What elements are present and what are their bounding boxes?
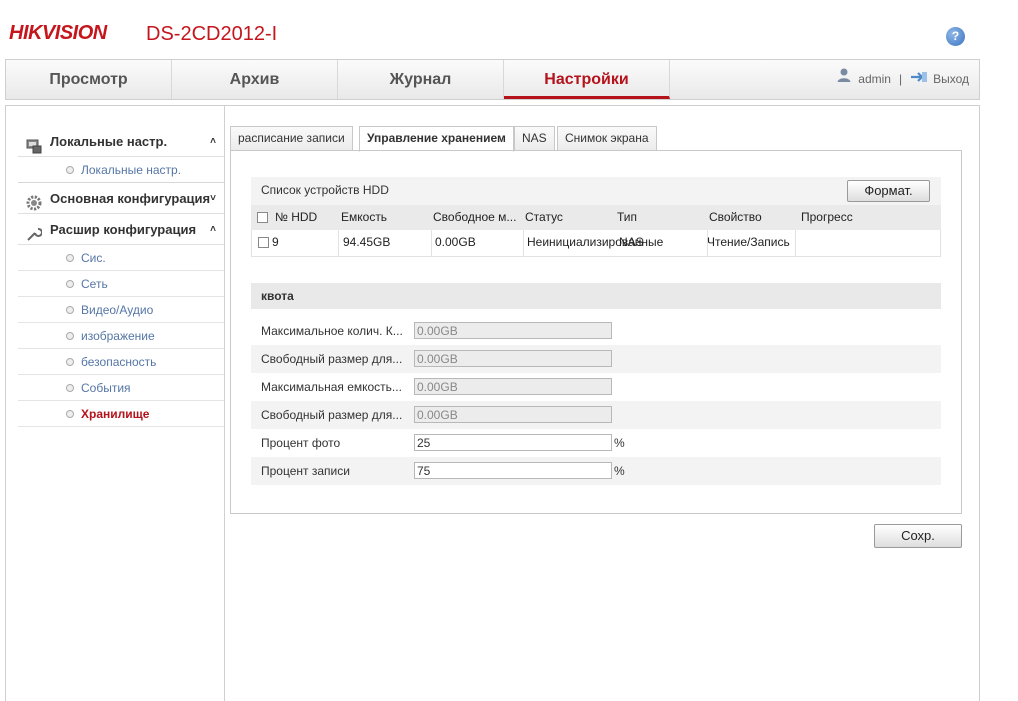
quota-row: Максимальная емкость... [251, 373, 941, 401]
quota-row: Процент фото % [251, 429, 941, 457]
nav-tab-log[interactable]: Журнал [338, 60, 504, 99]
sidebar-group-label: Основная конфигурация [50, 191, 211, 206]
logout-link[interactable]: Выход [933, 72, 969, 86]
row-checkbox[interactable] [258, 237, 269, 248]
device-model: DS-2CD2012-I [146, 23, 278, 45]
column-property: Свойство [709, 210, 762, 224]
column-progress: Прогресс [801, 210, 853, 224]
tab-storage-management[interactable]: Управление хранением [359, 126, 514, 152]
tab-snapshot[interactable]: Снимок экрана [557, 126, 657, 151]
max-record-capacity-field [414, 378, 612, 395]
sidebar-item-security[interactable]: безопасность [18, 349, 224, 375]
quota-label: Максимальное колич. К... [261, 324, 403, 338]
help-icon[interactable]: ? [946, 27, 965, 46]
quota-label: Свободный размер для... [261, 408, 403, 422]
sidebar-item-events[interactable]: События [18, 375, 224, 401]
free-picture-size-field [414, 350, 612, 367]
quota-label: Процент фото [261, 436, 341, 450]
hikvision-logo: HIKVISION [9, 22, 107, 44]
gear-icon [26, 191, 42, 211]
sidebar-divider [224, 106, 225, 701]
nav-tab-playback[interactable]: Архив [172, 60, 338, 99]
logout-icon[interactable] [910, 60, 928, 99]
cell-free-space: 0.00GB [432, 230, 524, 256]
main-nav: Просмотр Архив Журнал Настройки admin | В… [5, 59, 980, 100]
quota-header: квота [251, 283, 941, 309]
quota-row: Процент записи % [251, 457, 941, 485]
column-status: Статус [525, 210, 563, 224]
table-row[interactable]: 9 94.45GB 0.00GB Неинициализированные NA… [251, 230, 941, 257]
wrench-icon [26, 222, 43, 241]
sidebar-group-label: Локальные настр. [50, 134, 168, 149]
sidebar-group-basic-config[interactable]: Основная конфигурация ˅ [18, 183, 224, 214]
select-all-checkbox[interactable] [257, 212, 268, 223]
chevron-up-icon[interactable]: ˄ [210, 214, 216, 245]
column-free-space: Свободное м... [433, 210, 517, 224]
hdd-table-header: № HDD Емкость Свободное м... Статус Тип … [251, 205, 941, 230]
tab-record-schedule[interactable]: расписание записи [230, 126, 353, 151]
hdd-list-title: Список устройств HDD [261, 183, 389, 197]
free-record-size-field [414, 406, 612, 423]
chevron-up-icon[interactable]: ˄ [210, 126, 216, 157]
sidebar-item-storage[interactable]: Хранилище [18, 401, 224, 427]
cell-type: NAS [616, 230, 708, 256]
max-picture-capacity-field [414, 322, 612, 339]
quota-label: Процент записи [261, 464, 350, 478]
save-button[interactable]: Сохр. [874, 524, 962, 548]
username: admin [858, 72, 891, 86]
quota-label: Свободный размер для... [261, 352, 403, 366]
format-button[interactable]: Формат. [847, 180, 930, 202]
sidebar-group-local-config[interactable]: Локальные настр. ˄ [18, 126, 224, 157]
quota-label: Максимальная емкость... [261, 380, 402, 394]
chevron-down-icon[interactable]: ˅ [210, 183, 216, 214]
percent-unit: % [614, 436, 625, 450]
percent-unit: % [614, 464, 625, 478]
sidebar-item-local-config[interactable]: Локальные настр. [18, 157, 224, 183]
quota-row: Максимальное колич. К... [251, 317, 941, 345]
cell-progress [796, 230, 942, 256]
column-type: Тип [617, 210, 638, 224]
sidebar-item-system[interactable]: Сис. [18, 245, 224, 271]
tab-nas[interactable]: NAS [514, 126, 555, 151]
nav-tab-configuration[interactable]: Настройки [504, 60, 670, 99]
local-config-icon [26, 134, 42, 154]
sidebar-item-image[interactable]: изображение [18, 323, 224, 349]
sidebar-group-advanced-config[interactable]: Расшир конфигурация ˄ [18, 214, 224, 245]
user-icon [836, 60, 852, 99]
cell-hdd-no: 9 [269, 230, 339, 256]
user-separator: | [898, 72, 903, 86]
sidebar-item-network[interactable]: Сеть [18, 271, 224, 297]
record-percent-input[interactable] [414, 462, 612, 479]
cell-capacity: 94.45GB [340, 230, 432, 256]
quota-row: Свободный размер для... [251, 345, 941, 373]
sidebar-item-video-audio[interactable]: Видео/Аудио [18, 297, 224, 323]
quota-title: квота [261, 289, 294, 303]
hdd-list-header: Список устройств HDD [251, 177, 941, 205]
column-hdd-no: № HDD [275, 210, 318, 224]
sidebar-group-label: Расшир конфигурация [50, 222, 197, 237]
column-capacity: Емкость [341, 210, 388, 224]
sidebar: Локальные настр. ˄ Локальные настр. Осно… [18, 126, 224, 427]
user-area: admin | Выход [836, 60, 969, 99]
picture-percent-input[interactable] [414, 434, 612, 451]
cell-property: Чтение/Запись [704, 230, 796, 256]
nav-tab-live-view[interactable]: Просмотр [6, 60, 172, 99]
quota-row: Свободный размер для... [251, 401, 941, 429]
